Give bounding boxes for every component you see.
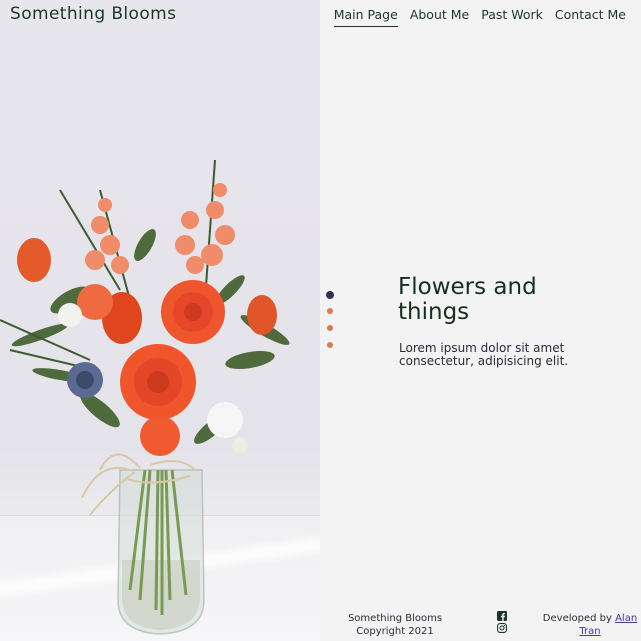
flower-bouquet-illustration bbox=[0, 159, 290, 635]
carousel-dot-3[interactable] bbox=[327, 325, 333, 331]
hero-heading: Flowers and things bbox=[398, 274, 537, 325]
carousel-dot-4[interactable] bbox=[327, 342, 333, 348]
social-links bbox=[497, 611, 509, 635]
nav-item-contact-me[interactable]: Contact Me bbox=[555, 7, 626, 27]
site-title[interactable]: Something Blooms bbox=[10, 4, 176, 24]
main-nav: Main Page About Me Past Work Contact Me bbox=[322, 7, 626, 27]
developed-by-label: Developed by bbox=[542, 613, 616, 624]
nav-item-about-me[interactable]: About Me bbox=[410, 7, 469, 27]
footer-credits: Developed by Alan Tran bbox=[540, 612, 640, 638]
hero-image bbox=[0, 0, 320, 641]
footer-copyright: Copyright 2021 bbox=[356, 626, 434, 637]
footer-brand: Something Blooms Copyright 2021 bbox=[340, 612, 450, 638]
nav-item-main-page[interactable]: Main Page bbox=[333, 7, 398, 27]
facebook-icon[interactable] bbox=[497, 611, 507, 621]
carousel-indicators bbox=[326, 291, 334, 359]
hero-description: Lorem ipsum dolor sit amet consectetur, … bbox=[399, 341, 569, 368]
carousel-dot-1[interactable] bbox=[326, 291, 334, 299]
carousel-dot-2[interactable] bbox=[327, 308, 333, 314]
nav-item-past-work[interactable]: Past Work bbox=[481, 7, 543, 27]
instagram-icon[interactable] bbox=[497, 623, 507, 633]
footer-site-name: Something Blooms bbox=[347, 613, 443, 624]
